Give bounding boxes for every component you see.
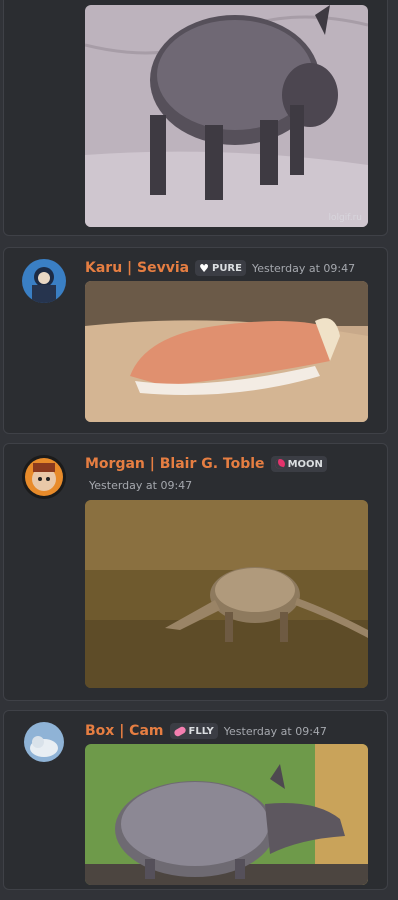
timestamp: Yesterday at 09:47	[251, 261, 356, 275]
server-tag-label: PURE	[211, 262, 242, 274]
moon-icon	[274, 459, 285, 469]
message-header: Morgan | Blair G. Toble MOON	[85, 456, 327, 472]
message-image[interactable]	[85, 500, 368, 688]
message-item: Morgan | Blair G. Toble MOON Yesterday a…	[3, 443, 388, 701]
pill-icon	[172, 724, 187, 738]
server-tag-label: MOON	[287, 458, 323, 470]
message-header: Karu | Sevvia ♥ PURE Yesterday at 09:47	[85, 260, 355, 276]
message-feed: lolgif.ru Karu | Sevvia ♥ PURE Yesterday…	[0, 0, 398, 900]
avatar[interactable]	[22, 455, 66, 499]
timestamp: Yesterday at 09:47	[223, 724, 327, 738]
server-tag[interactable]: FLLY	[169, 723, 218, 739]
message-item: Karu | Sevvia ♥ PURE Yesterday at 09:47	[3, 247, 388, 434]
server-tag[interactable]: ♥ PURE	[195, 260, 246, 276]
message-header: Box | Cam FLLY Yesterday at 09:47	[85, 723, 327, 739]
message-image[interactable]	[85, 744, 368, 885]
message-subheader: Yesterday at 09:47	[89, 479, 192, 492]
username[interactable]: Box | Cam	[85, 723, 164, 739]
timestamp: Yesterday at 09:47	[89, 479, 193, 492]
avatar[interactable]	[22, 259, 66, 303]
image-watermark: lolgif.ru	[328, 213, 363, 223]
username[interactable]: Morgan | Blair G. Toble	[85, 456, 265, 472]
heart-icon: ♥	[199, 261, 209, 275]
message-item: lolgif.ru	[3, 0, 388, 236]
username[interactable]: Karu | Sevvia	[85, 260, 189, 276]
server-tag-label: FLLY	[188, 725, 214, 737]
avatar[interactable]	[24, 722, 64, 762]
server-tag[interactable]: MOON	[270, 456, 327, 472]
message-image[interactable]: lolgif.ru	[85, 5, 368, 227]
message-image[interactable]	[85, 281, 368, 422]
message-item: Box | Cam FLLY Yesterday at 09:47	[3, 710, 388, 890]
